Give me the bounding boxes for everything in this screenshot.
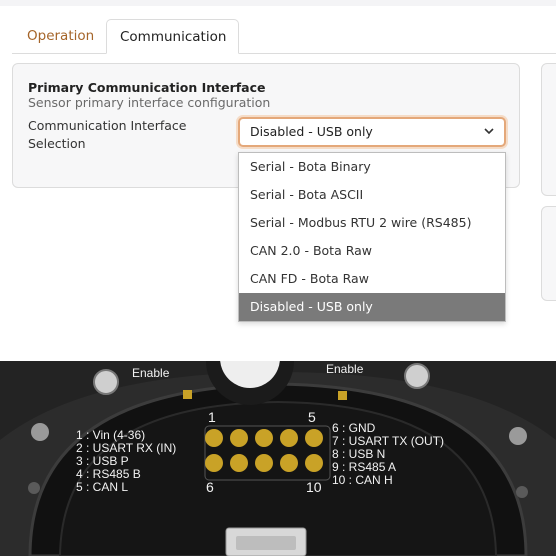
left-enable-label: Enable: [132, 366, 170, 380]
pin-desc-9: 9 : RS485 A: [332, 460, 396, 474]
option-serial-bota-binary[interactable]: Serial - Bota Binary: [239, 153, 505, 181]
option-canfd-bota-raw[interactable]: CAN FD - Bota Raw: [239, 265, 505, 293]
tab-communication[interactable]: Communication: [106, 19, 239, 54]
pin-desc-4: 4 : RS485 B: [76, 467, 141, 481]
pin-desc-3: 3 : USB P: [76, 454, 129, 468]
pin-desc-10: 10 : CAN H: [332, 473, 393, 487]
option-can20-bota-raw[interactable]: CAN 2.0 - Bota Raw: [239, 237, 505, 265]
top-strip: [0, 0, 556, 6]
pin-desc-5: 5 : CAN L: [76, 480, 128, 494]
side-card-bottom: [541, 206, 556, 301]
interface-dropdown-menu: Serial - Bota Binary Serial - Bota ASCII…: [238, 152, 506, 322]
interface-selection-label: Communication Interface Selection: [28, 118, 187, 151]
pin-5-label: 5: [308, 409, 316, 425]
chevron-down-icon: [484, 128, 494, 135]
pin-desc-1: 1 : Vin (4-36): [76, 428, 145, 442]
pin-1-label: 1: [208, 409, 216, 425]
pin-desc-2: 2 : USART RX (IN): [76, 441, 176, 455]
card-subtitle: Sensor primary interface configuration: [28, 95, 271, 110]
tab-bar: Operation Communication: [12, 19, 556, 54]
right-enable-label: Enable: [326, 362, 364, 376]
pin-desc-8: 8 : USB N: [332, 447, 385, 461]
tab-operation[interactable]: Operation: [14, 19, 107, 53]
interface-select[interactable]: Disabled - USB only: [238, 117, 506, 147]
sensor-board-photo: Enable Enable 1 5 6 10 1 : Vin (4-36) 2 …: [0, 361, 556, 556]
side-card-top: [541, 63, 556, 196]
option-serial-modbus-rtu[interactable]: Serial - Modbus RTU 2 wire (RS485): [239, 209, 505, 237]
pin-desc-6: 6 : GND: [332, 421, 376, 435]
pin-6-label: 6: [206, 479, 214, 495]
option-serial-bota-ascii[interactable]: Serial - Bota ASCII: [239, 181, 505, 209]
pin-10-label: 10: [306, 479, 322, 495]
pin-desc-7: 7 : USART TX (OUT): [332, 434, 444, 448]
select-value: Disabled - USB only: [250, 124, 373, 139]
card-title: Primary Communication Interface: [28, 80, 266, 95]
option-disabled-usb-only[interactable]: Disabled - USB only: [239, 293, 505, 321]
